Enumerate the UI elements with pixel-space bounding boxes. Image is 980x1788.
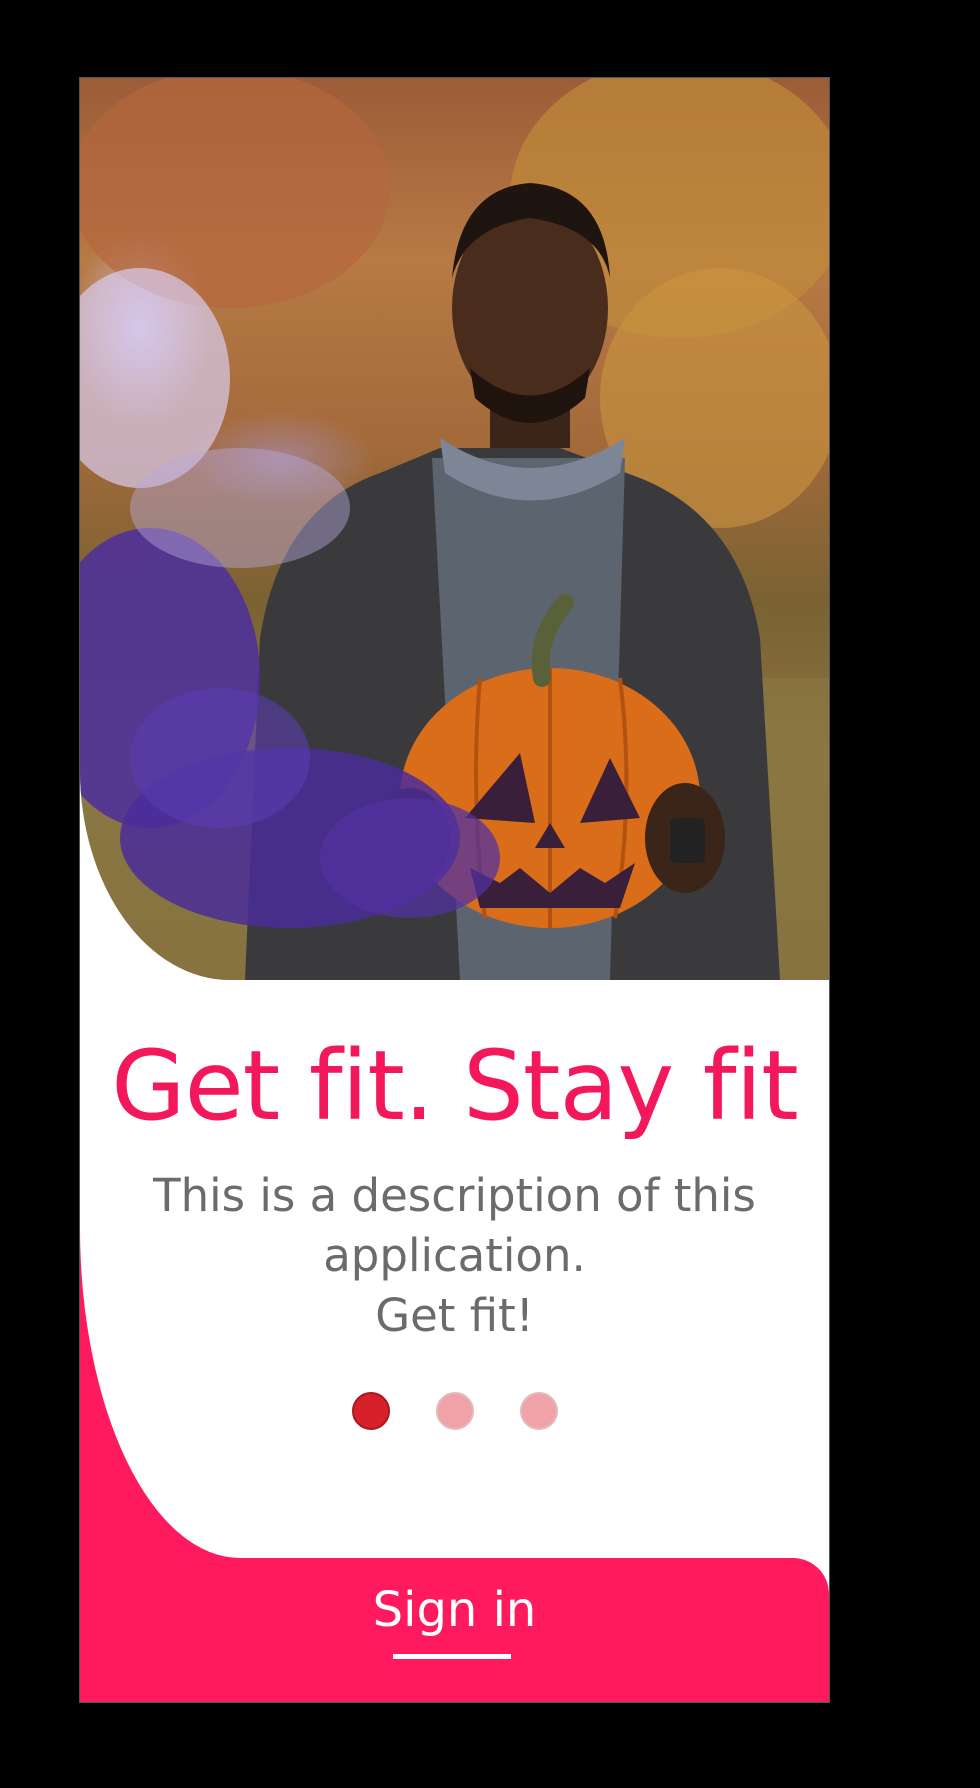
smoke-wisp xyxy=(130,448,350,568)
smoke-cloud xyxy=(130,688,310,828)
smoke-cloud xyxy=(320,798,500,918)
app-description: This is a description of this applicatio… xyxy=(140,1166,769,1346)
sign-in-button[interactable]: Sign in xyxy=(80,1580,829,1640)
description-line: Get fit! xyxy=(375,1289,534,1342)
hero-illustration xyxy=(80,78,829,980)
page-dot-3[interactable] xyxy=(519,1392,558,1430)
hero-image xyxy=(80,78,829,980)
page-dot-1-active[interactable] xyxy=(351,1392,390,1430)
wristwatch xyxy=(670,818,705,863)
description-line: application. xyxy=(323,1229,586,1282)
page-indicator xyxy=(80,1392,829,1430)
page-dot-2[interactable] xyxy=(435,1392,474,1430)
description-line: This is a description of this xyxy=(153,1169,756,1222)
phone-screen: Get fit. Stay fit This is a description … xyxy=(79,77,830,1703)
sign-in-underline xyxy=(393,1654,511,1659)
page-title: Get fit. Stay fit xyxy=(111,1030,799,1142)
